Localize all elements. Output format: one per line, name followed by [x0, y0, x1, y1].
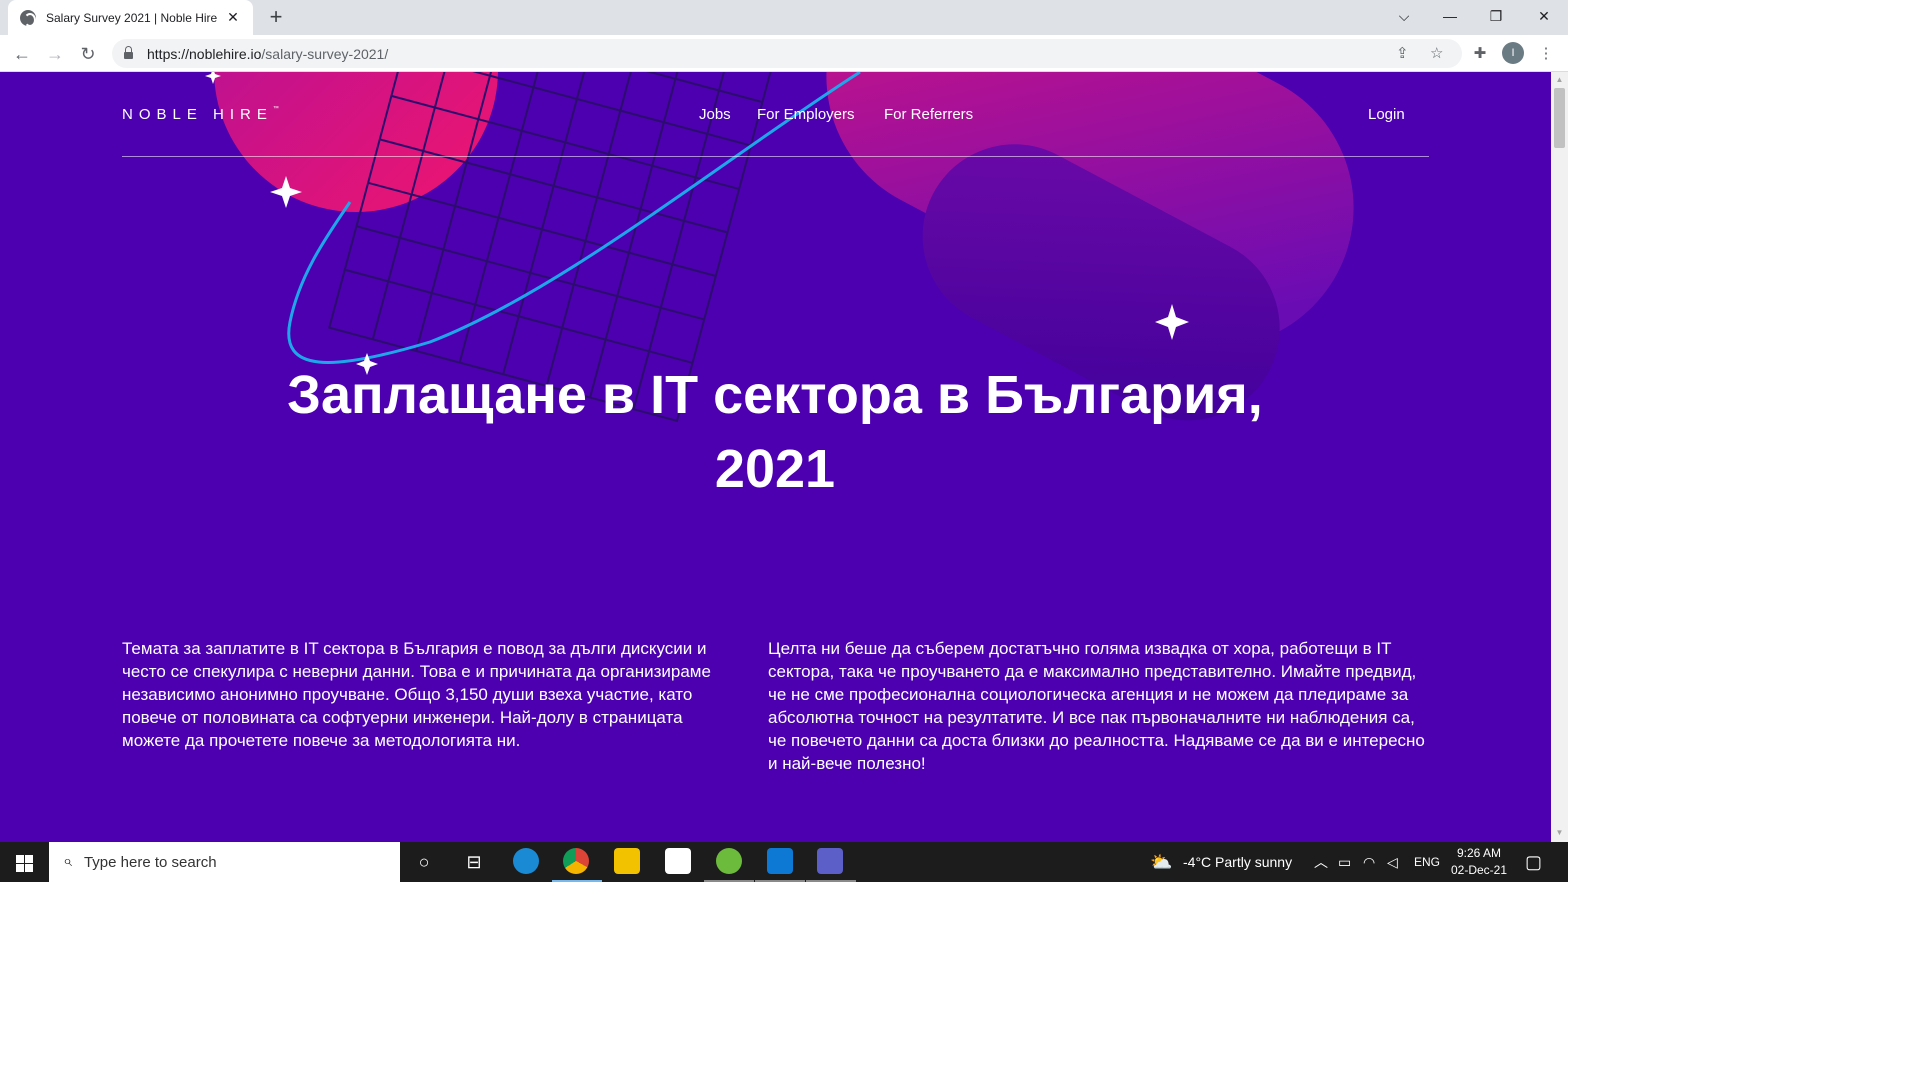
page-scrollbar[interactable]: ▲ ▼	[1551, 72, 1568, 842]
taskbar-clock[interactable]: 9:26 AM 02-Dec-21	[1446, 845, 1512, 879]
file-explorer-icon[interactable]	[614, 848, 640, 874]
utorrent-running-indicator	[704, 880, 754, 882]
weather-text[interactable]: -4°C Partly sunny	[1183, 842, 1292, 882]
login-link[interactable]: Login	[1368, 106, 1405, 123]
reload-icon[interactable]: ↻	[75, 41, 101, 67]
extensions-puzzle-icon[interactable]: ✚	[1467, 41, 1493, 67]
task-view-icon[interactable]: ⊟	[454, 846, 494, 878]
intro-paragraph-left: Темата за заплатите в IT сектора в Бълга…	[122, 639, 711, 750]
globe-icon	[20, 9, 36, 27]
browser-tab-strip: Salary Survey 2021 | Noble Hire ✕ + ⌵ — …	[0, 0, 1568, 35]
search-icon: ⌕	[63, 853, 72, 870]
windows-start-button[interactable]	[0, 842, 48, 882]
share-icon[interactable]: ⇪	[1396, 39, 1409, 68]
chrome-active-indicator	[552, 880, 602, 882]
minimize-button[interactable]: —	[1427, 0, 1473, 32]
scrollbar-thumb[interactable]	[1554, 88, 1565, 148]
browser-tab[interactable]: Salary Survey 2021 | Noble Hire ✕	[8, 0, 253, 35]
notifications-icon[interactable]: ▢	[1525, 842, 1542, 882]
scroll-up-icon[interactable]: ▲	[1554, 74, 1565, 86]
scroll-down-icon[interactable]: ▼	[1554, 827, 1565, 839]
web-page: NOBLE HIRE™ Jobs For Employers For Refer…	[0, 72, 1551, 842]
nav-referrers-link[interactable]: For Referrers	[884, 106, 973, 123]
profile-avatar[interactable]: I	[1502, 42, 1524, 64]
tab-search-icon[interactable]: ⌵	[1381, 0, 1427, 32]
close-window-button[interactable]: ✕	[1521, 0, 1567, 32]
page-title: Заплащане в IT сектора в България, 2021	[287, 365, 1263, 499]
noble-hire-logo[interactable]: NOBLE HIRE™	[122, 106, 279, 123]
weather-icon[interactable]: ⛅	[1150, 842, 1172, 882]
lock-icon	[124, 46, 133, 59]
teams-running-indicator	[806, 880, 856, 882]
header-divider	[122, 156, 1429, 157]
back-arrow-icon[interactable]: ←	[9, 41, 35, 67]
taskbar-search-input[interactable]: ⌕ Type here to search	[49, 842, 400, 882]
address-bar[interactable]: https://noblehire.io/salary-survey-2021/…	[112, 39, 1462, 68]
vscode-icon[interactable]	[767, 848, 793, 874]
url-text: https://noblehire.io/salary-survey-2021/	[147, 45, 389, 62]
menu-kebab-icon[interactable]: ⋮	[1533, 41, 1559, 67]
volume-icon[interactable]: ◁	[1387, 842, 1398, 882]
forward-arrow-icon[interactable]: →	[42, 41, 68, 67]
nav-employers-link[interactable]: For Employers	[757, 106, 855, 123]
chrome-icon[interactable]	[563, 848, 589, 874]
intro-paragraph-right: Целта ни беше да съберем достатъчно голя…	[768, 639, 1425, 773]
bookmark-star-icon[interactable]: ☆	[1430, 39, 1443, 68]
battery-icon[interactable]: ▭	[1338, 842, 1351, 882]
new-tab-button[interactable]: +	[264, 5, 288, 29]
pink-circle-shape	[214, 72, 498, 212]
utorrent-icon[interactable]	[716, 848, 742, 874]
windows-taskbar: ⌕ Type here to search ○ ⊟ ⛅ -4°C Partly …	[0, 842, 1568, 882]
show-hidden-icons-icon[interactable]: ︿	[1314, 842, 1328, 882]
windows-logo-icon	[16, 855, 24, 863]
tab-close-icon[interactable]: ✕	[225, 9, 241, 26]
browser-toolbar: ← → ↻ https://noblehire.io/salary-survey…	[0, 35, 1568, 72]
language-indicator[interactable]: ENG	[1414, 842, 1440, 882]
edge-icon[interactable]	[513, 848, 539, 874]
vscode-running-indicator	[755, 880, 805, 882]
teams-icon[interactable]	[817, 848, 843, 874]
restore-button[interactable]: ❐	[1473, 0, 1519, 32]
wifi-icon[interactable]: ◠	[1363, 842, 1375, 882]
nav-jobs-link[interactable]: Jobs	[699, 106, 731, 123]
tab-title: Salary Survey 2021 | Noble Hire	[46, 10, 218, 25]
cortana-icon[interactable]: ○	[404, 846, 444, 878]
microsoft-store-icon[interactable]	[665, 848, 691, 874]
